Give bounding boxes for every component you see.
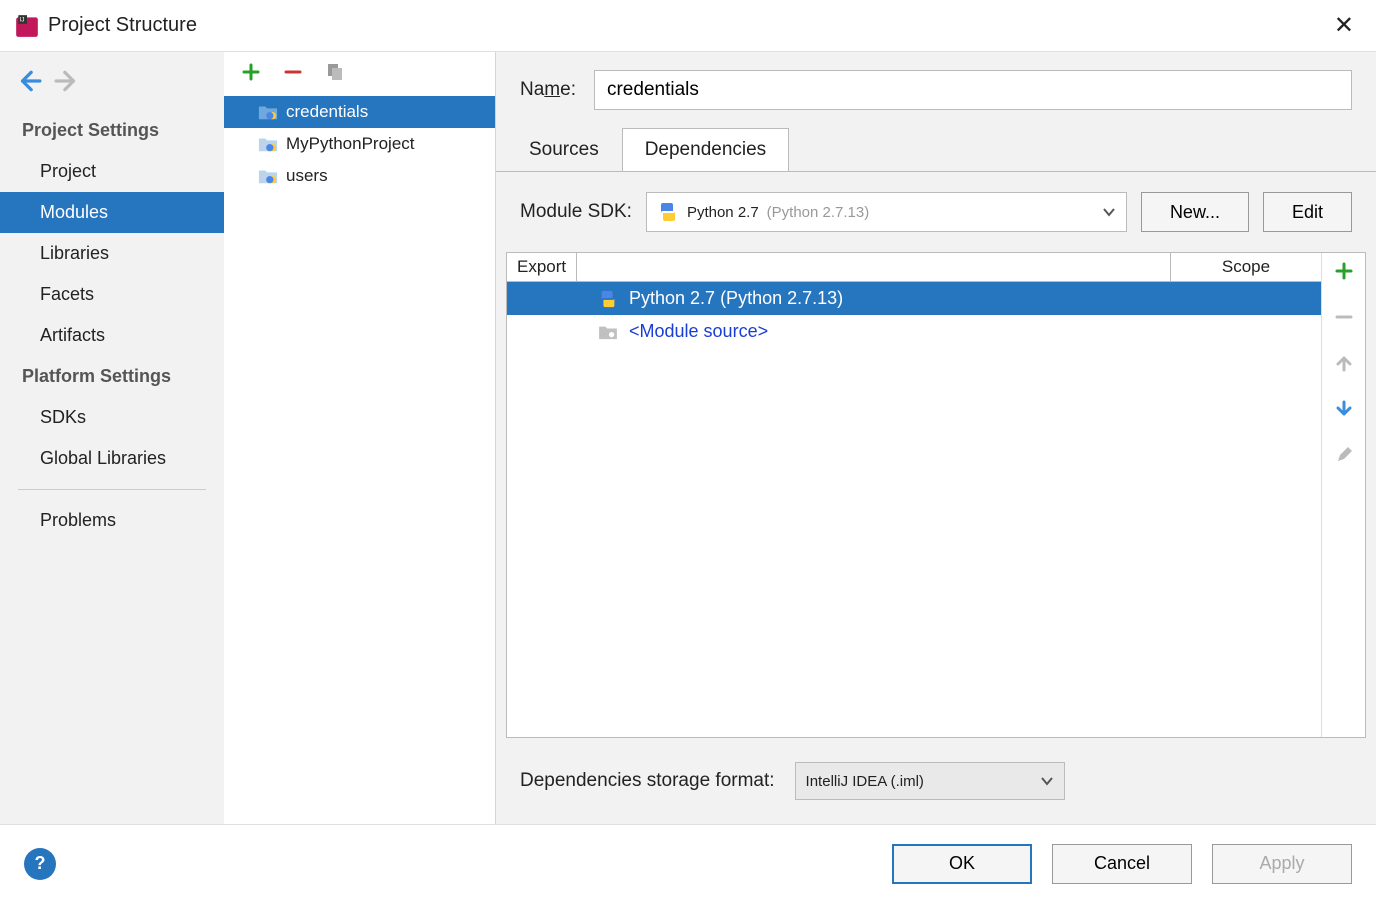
arrow-left-icon [16, 68, 42, 94]
apply-button[interactable]: Apply [1212, 844, 1352, 884]
nav-global-libraries[interactable]: Global Libraries [0, 438, 224, 479]
minus-icon [284, 63, 302, 81]
python-icon [597, 290, 619, 308]
module-item-credentials[interactable]: credentials [224, 96, 495, 128]
titlebar: IJ Project Structure [0, 0, 1376, 52]
help-button[interactable]: ? [24, 848, 56, 880]
dependency-label: <Module source> [629, 321, 768, 342]
module-name-input[interactable] [594, 70, 1352, 110]
dependency-row-module-source[interactable]: <Module source> [507, 315, 1321, 348]
module-label: MyPythonProject [286, 134, 415, 154]
dialog-footer: ? OK Cancel Apply [0, 824, 1376, 902]
module-folder-icon [258, 136, 278, 152]
chevron-down-icon [1102, 205, 1116, 219]
storage-label: Dependencies storage format: [520, 770, 775, 792]
nav-forward-button[interactable] [54, 68, 80, 94]
nav-project[interactable]: Project [0, 151, 224, 192]
dialog-title: Project Structure [48, 14, 1326, 37]
sidebar: Project Settings Project Modules Librari… [0, 52, 224, 824]
copy-icon [325, 62, 345, 82]
arrow-down-icon [1335, 400, 1353, 418]
nav-facets[interactable]: Facets [0, 274, 224, 315]
module-sdk-select[interactable]: Python 2.7 (Python 2.7.13) [646, 192, 1127, 232]
copy-module-button[interactable] [324, 61, 346, 83]
sdk-detail: (Python 2.7.13) [767, 204, 870, 221]
svg-text:IJ: IJ [19, 16, 24, 23]
section-platform-settings: Platform Settings [0, 356, 224, 397]
module-folder-icon [258, 104, 278, 120]
move-down-button[interactable] [1332, 397, 1356, 421]
close-icon [1334, 12, 1354, 39]
sdk-name: Python 2.7 [687, 204, 759, 221]
pencil-icon [1335, 446, 1353, 464]
add-dependency-button[interactable] [1332, 259, 1356, 283]
edit-dependency-button[interactable] [1332, 443, 1356, 467]
minus-icon [1335, 308, 1353, 326]
cancel-button[interactable]: Cancel [1052, 844, 1192, 884]
dependency-row-python[interactable]: Python 2.7 (Python 2.7.13) [507, 282, 1321, 315]
nav-sdks[interactable]: SDKs [0, 397, 224, 438]
close-button[interactable] [1326, 7, 1362, 44]
column-name [577, 253, 1171, 281]
storage-value: IntelliJ IDEA (.iml) [806, 773, 924, 790]
plus-icon [242, 63, 260, 81]
nav-problems[interactable]: Problems [0, 500, 224, 541]
add-module-button[interactable] [240, 61, 262, 83]
nav-modules[interactable]: Modules [0, 192, 224, 233]
module-item-mypythonproject[interactable]: MyPythonProject [224, 128, 495, 160]
edit-sdk-button[interactable]: Edit [1263, 192, 1352, 232]
move-up-button[interactable] [1332, 351, 1356, 375]
arrow-up-icon [1335, 354, 1353, 372]
module-panel: credentials MyPythonProject users [224, 52, 496, 824]
name-label: Name: [520, 79, 576, 101]
divider [18, 489, 206, 490]
nav-libraries[interactable]: Libraries [0, 233, 224, 274]
module-label: credentials [286, 102, 368, 122]
module-folder-icon [258, 168, 278, 184]
python-icon [657, 201, 679, 223]
chevron-down-icon [1040, 774, 1054, 788]
content-panel: Name: Sources Dependencies Module SDK: P… [496, 52, 1376, 824]
tab-sources[interactable]: Sources [506, 128, 622, 171]
module-list: credentials MyPythonProject users [224, 92, 495, 824]
storage-format-select[interactable]: IntelliJ IDEA (.iml) [795, 762, 1065, 800]
remove-module-button[interactable] [282, 61, 304, 83]
remove-dependency-button[interactable] [1332, 305, 1356, 329]
arrow-right-icon [54, 68, 80, 94]
tab-dependencies[interactable]: Dependencies [622, 128, 789, 171]
new-sdk-button[interactable]: New... [1141, 192, 1249, 232]
plus-icon [1335, 262, 1353, 280]
module-label: users [286, 166, 328, 186]
dependency-side-toolbar [1321, 253, 1365, 737]
folder-icon [597, 323, 619, 341]
sdk-label: Module SDK: [520, 201, 632, 223]
section-project-settings: Project Settings [0, 110, 224, 151]
column-scope: Scope [1171, 253, 1321, 281]
dependency-label: Python 2.7 (Python 2.7.13) [629, 288, 843, 309]
dependencies-table: Export Scope Python 2.7 (Python 2.7.13) [507, 253, 1321, 737]
module-item-users[interactable]: users [224, 160, 495, 192]
nav-artifacts[interactable]: Artifacts [0, 315, 224, 356]
nav-back-button[interactable] [16, 68, 42, 94]
column-export: Export [507, 253, 577, 281]
app-logo-icon: IJ [14, 13, 40, 39]
ok-button[interactable]: OK [892, 844, 1032, 884]
